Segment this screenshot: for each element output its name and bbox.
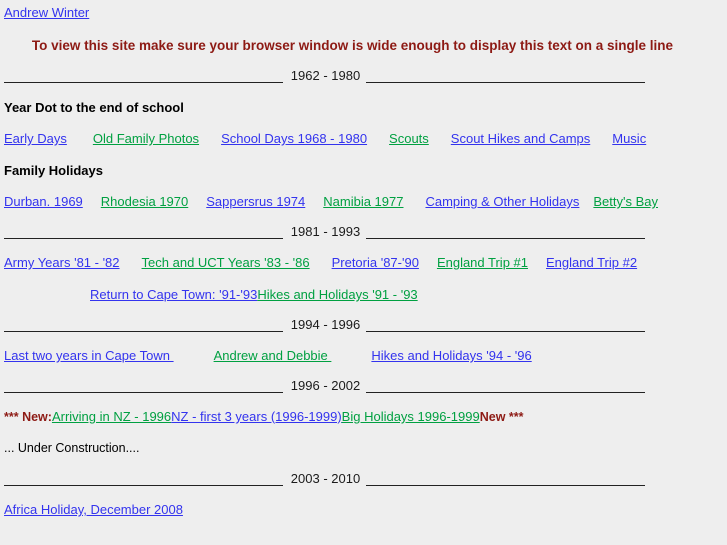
link-pretoria[interactable]: Pretoria '87-'90: [332, 255, 419, 270]
link-last-two-years-cape-town[interactable]: Last two years in Cape Town: [4, 348, 174, 363]
link-rhodesia-1970[interactable]: Rhodesia 1970: [101, 194, 188, 209]
link-africa-holiday-2008[interactable]: Africa Holiday, December 2008: [4, 502, 183, 517]
divider-rule-right: [366, 320, 645, 332]
divider-label: 1996 - 2002: [290, 378, 361, 393]
under-construction-note: ... Under Construction....: [4, 441, 140, 455]
divider-label: 2003 - 2010: [290, 471, 361, 486]
new-suffix-label: New ***: [479, 410, 524, 424]
link-hikes-and-holidays-94-96[interactable]: Hikes and Holidays '94 - '96: [371, 348, 531, 363]
link-bettys-bay[interactable]: Betty's Bay: [593, 194, 658, 209]
link-nz-first-3-years[interactable]: NZ - first 3 years (1996-1999): [171, 409, 342, 424]
divider-rule-right: [366, 474, 645, 486]
link-row-2003-2010: Africa Holiday, December 2008: [4, 502, 727, 517]
link-england-trip-1[interactable]: England Trip #1: [437, 255, 528, 270]
link-scout-hikes-and-camps[interactable]: Scout Hikes and Camps: [451, 131, 590, 146]
link-army-years[interactable]: Army Years '81 - '82: [4, 255, 120, 270]
link-andrew-and-debbie[interactable]: Andrew and Debbie: [214, 348, 332, 363]
divider-label: 1962 - 1980: [290, 68, 361, 83]
link-sappersrus-1974[interactable]: Sappersrus 1974: [206, 194, 305, 209]
top-header: Andrew Winter: [4, 6, 727, 20]
divider-1981-1993: 1981 - 1993: [4, 224, 645, 239]
link-row-1994-1996: Last two years in Cape Town Andrew and D…: [4, 348, 727, 363]
new-prefix-label: *** New:: [4, 410, 52, 424]
link-row-1981-1993-a: Army Years '81 - '82 Tech and UCT Years '…: [4, 255, 727, 270]
divider-rule-right: [366, 227, 645, 239]
page-body: Andrew Winter To view this site make sur…: [0, 0, 727, 517]
home-link[interactable]: Andrew Winter: [4, 6, 727, 20]
divider-rule-left: [4, 474, 283, 486]
link-row-family-holidays: Durban. 1969 Rhodesia 1970 Sappersrus 1974…: [4, 194, 727, 209]
link-return-to-cape-town[interactable]: Return to Cape Town: '91-'93: [90, 287, 257, 302]
divider-1996-2002: 1996 - 2002: [4, 378, 645, 393]
divider-2003-2010: 2003 - 2010: [4, 471, 645, 486]
heading-family-holidays: Family Holidays: [4, 163, 103, 178]
link-row-1981-1993-b: Return to Cape Town: '91-'93Hikes and Ho…: [4, 287, 727, 302]
divider-label: 1981 - 1993: [290, 224, 361, 239]
link-durban-1969[interactable]: Durban. 1969: [4, 194, 83, 209]
link-arriving-in-nz[interactable]: Arriving in NZ - 1996: [52, 409, 171, 424]
link-row-1996-2002: *** New:Arriving in NZ - 1996NZ - first …: [4, 409, 727, 425]
browser-width-notice: To view this site make sure your browser…: [31, 38, 674, 53]
link-hikes-and-holidays-91-93[interactable]: Hikes and Holidays '91 - '93: [257, 287, 417, 302]
divider-1962-1980: 1962 - 1980: [4, 68, 645, 83]
divider-rule-right: [366, 381, 645, 393]
divider-rule-left: [4, 71, 283, 83]
link-namibia-1977[interactable]: Namibia 1977: [323, 194, 403, 209]
divider-rule-left: [4, 227, 283, 239]
link-early-days[interactable]: Early Days: [4, 131, 67, 146]
heading-year-dot: Year Dot to the end of school: [4, 100, 184, 115]
link-row-school-years: Early Days Old Family Photos School Days 1…: [4, 131, 727, 146]
divider-rule-left: [4, 381, 283, 393]
divider-label: 1994 - 1996: [290, 317, 361, 332]
link-england-trip-2[interactable]: England Trip #2: [546, 255, 637, 270]
link-music[interactable]: Music: [612, 131, 646, 146]
link-old-family-photos[interactable]: Old Family Photos: [93, 131, 199, 146]
divider-rule-left: [4, 320, 283, 332]
divider-rule-right: [366, 71, 645, 83]
link-school-days[interactable]: School Days 1968 - 1980: [221, 131, 367, 146]
link-scouts[interactable]: Scouts: [389, 131, 429, 146]
link-tech-and-uct-years[interactable]: Tech and UCT Years '83 - '86: [142, 255, 310, 270]
divider-1994-1996: 1994 - 1996: [4, 317, 645, 332]
link-big-holidays[interactable]: Big Holidays 1996-1999: [342, 409, 480, 424]
link-camping-other-holidays[interactable]: Camping & Other Holidays: [425, 194, 579, 209]
